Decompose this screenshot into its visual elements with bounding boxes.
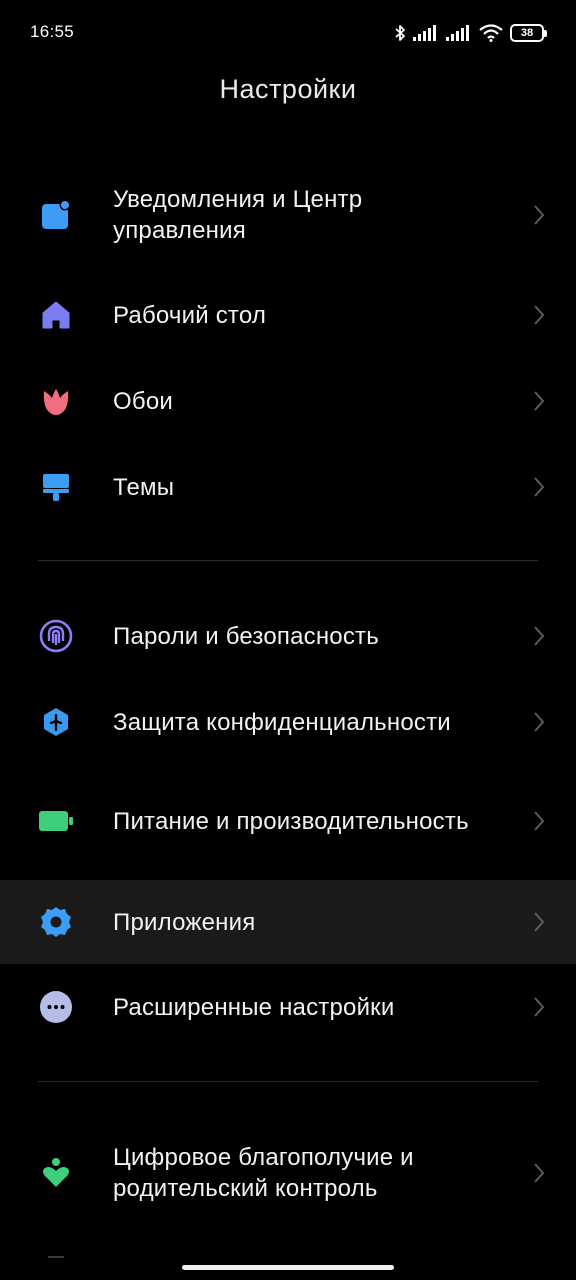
settings-item-label: Пароли и безопасность bbox=[113, 622, 379, 650]
group-divider bbox=[38, 1081, 538, 1082]
settings-item-label: Защита конфиденциальности bbox=[113, 708, 451, 736]
chevron-right-icon bbox=[530, 1161, 548, 1185]
chevron-right-icon bbox=[530, 995, 548, 1019]
battery-level: 38 bbox=[520, 26, 534, 39]
bluetooth-icon bbox=[394, 24, 406, 42]
chevron-right-icon bbox=[530, 389, 548, 413]
settings-item-privacy-protection[interactable]: Защита конфиденциальности bbox=[0, 679, 576, 765]
chevron-right-icon bbox=[530, 809, 548, 833]
settings-item-label: Цифровое благополучие и родительский кон… bbox=[113, 1144, 414, 1202]
wifi-icon bbox=[479, 24, 503, 42]
settings-item-label: Темы bbox=[113, 473, 175, 501]
notifications-icon bbox=[36, 195, 76, 235]
page-title: Настройки bbox=[219, 74, 357, 104]
chevron-right-icon bbox=[530, 710, 548, 734]
settings-item-passwords-security[interactable]: Пароли и безопасность bbox=[0, 593, 576, 679]
settings-item-additional-settings[interactable]: Расширенные настройки bbox=[0, 964, 576, 1050]
chevron-right-icon bbox=[530, 910, 548, 934]
settings-item-home-screen[interactable]: Рабочий стол bbox=[0, 272, 576, 358]
settings-item-battery-performance[interactable]: Питание и производительность bbox=[0, 778, 576, 864]
settings-screen: 16:55 38 Настройки Уведомления и Центр у… bbox=[0, 0, 576, 1280]
settings-item-apps[interactable]: Приложения bbox=[0, 880, 576, 964]
signal-icon bbox=[446, 25, 472, 41]
settings-item-label: Приложения bbox=[113, 908, 256, 936]
battery-icon bbox=[36, 801, 76, 841]
fingerprint-icon bbox=[36, 616, 76, 656]
settings-item-wallpaper[interactable]: Обои bbox=[0, 358, 576, 444]
brush-icon bbox=[36, 467, 76, 507]
group-divider bbox=[38, 560, 538, 561]
status-icons: 38 bbox=[394, 22, 547, 44]
next-item-icon-partial bbox=[48, 1256, 64, 1258]
battery-icon: 38 bbox=[510, 24, 547, 42]
settings-item-label: Расширенные настройки bbox=[113, 993, 395, 1021]
status-bar: 16:55 38 bbox=[0, 0, 576, 64]
settings-item-label: Обои bbox=[113, 387, 173, 415]
home-indicator[interactable] bbox=[182, 1265, 394, 1270]
wellbeing-icon bbox=[36, 1153, 76, 1193]
home-icon bbox=[36, 295, 76, 335]
gear-icon bbox=[36, 902, 76, 942]
more-icon bbox=[36, 987, 76, 1027]
tulip-icon bbox=[36, 381, 76, 421]
settings-item-label: Питание и производительность bbox=[113, 807, 469, 835]
privacy-icon bbox=[36, 702, 76, 742]
settings-item-label: Уведомления и Центр управления bbox=[113, 186, 363, 244]
settings-item-digital-wellbeing[interactable]: Цифровое благополучие и родительский кон… bbox=[0, 1130, 576, 1216]
signal-icon bbox=[413, 25, 439, 41]
chevron-right-icon bbox=[530, 624, 548, 648]
chevron-right-icon bbox=[530, 303, 548, 327]
chevron-right-icon bbox=[530, 203, 548, 227]
settings-item-label: Рабочий стол bbox=[113, 301, 267, 329]
chevron-right-icon bbox=[530, 475, 548, 499]
settings-item-notifications[interactable]: Уведомления и Центр управления bbox=[0, 172, 576, 258]
settings-item-themes[interactable]: Темы bbox=[0, 444, 576, 530]
status-time: 16:55 bbox=[30, 22, 75, 41]
